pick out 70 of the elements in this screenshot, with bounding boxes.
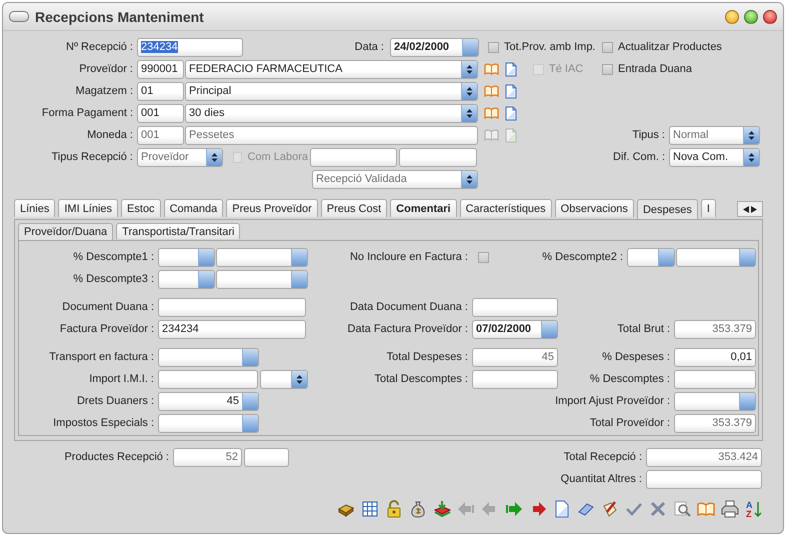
field-label: Forma Pagament :: [40, 107, 134, 119]
field-label: Moneda :: [86, 129, 134, 141]
date-field[interactable]: 24/02/2000: [390, 38, 479, 56]
field-label: Document Duana :: [61, 301, 155, 313]
tab[interactable]: IMI Línies: [58, 199, 118, 217]
field-label: Tipus :: [631, 129, 666, 141]
number-field[interactable]: 353.424: [646, 448, 762, 466]
field-label: % Descompte2 :: [542, 251, 624, 263]
field-label: Tipus Recepció :: [50, 151, 134, 163]
dropdown[interactable]: Proveïdor: [137, 148, 223, 166]
checkbox-label: Tot.Prov. amb Imp.: [504, 41, 596, 53]
tab[interactable]: Observacions: [554, 199, 634, 217]
tab[interactable]: Estoc: [121, 199, 161, 217]
field-label: % Despeses :: [601, 351, 671, 363]
dropdown[interactable]: Nova Com.: [669, 148, 760, 166]
dropdown[interactable]: Recepció Validada: [312, 170, 478, 188]
number-field[interactable]: 0,01: [674, 348, 756, 366]
field-label: No Incloure en Factura :: [348, 251, 469, 263]
tab[interactable]: Comanda: [164, 199, 224, 217]
field-label: Import Ajust Proveïdor :: [554, 395, 671, 407]
field-label: Total Recepció :: [562, 451, 643, 463]
code-field[interactable]: 01: [137, 82, 184, 100]
field-label: Import I.M.I. :: [88, 373, 155, 385]
field-label: Dif. Com. :: [612, 151, 666, 163]
field-label: Productes Recepció :: [63, 451, 170, 463]
field-label: Total Despeses :: [386, 351, 469, 363]
dropdown[interactable]: Principal: [185, 82, 478, 100]
field-label: Transport en factura :: [48, 351, 155, 363]
number-field[interactable]: 353.379: [674, 320, 756, 338]
field-label: Total Descomptes :: [373, 373, 469, 385]
field-label: Data Document Duana :: [348, 301, 469, 313]
tab[interactable]: Proveïdor/Duana: [18, 223, 114, 240]
field-label: % Descomptes :: [588, 373, 671, 385]
tab[interactable]: Preus Cost: [320, 199, 388, 217]
number-field[interactable]: 45: [472, 348, 558, 366]
window-title: Recepcions Manteniment: [35, 8, 205, 24]
checkbox-label: Com Labora: [247, 151, 308, 163]
field-label: Impostos Especials :: [52, 417, 155, 429]
field-label: Factura Proveïdor :: [58, 323, 155, 335]
tab[interactable]: Transportista/Transitari: [116, 223, 240, 239]
tab[interactable]: Característiques: [460, 199, 552, 217]
checkbox-label: Té IAC: [549, 63, 584, 75]
field-label: Quantitat Altres :: [560, 473, 643, 485]
tab[interactable]: Línies: [14, 199, 56, 217]
field-label: % Descompte3 :: [72, 273, 155, 285]
spin-field[interactable]: 45: [158, 392, 259, 410]
checkbox-label: Actualitzar Productes: [618, 41, 722, 53]
field-label: Data :: [354, 41, 385, 53]
number-field[interactable]: 353.379: [674, 414, 756, 432]
tab[interactable]: Despeses: [636, 199, 698, 219]
tab[interactable]: I: [700, 199, 716, 217]
text-field[interactable]: 234234: [137, 38, 243, 56]
field-label: Nº Recepció :: [65, 41, 134, 53]
date-field[interactable]: 07/02/2000: [472, 320, 558, 338]
dropdown[interactable]: FEDERACIO FARMACEUTICA: [185, 60, 478, 78]
code-field[interactable]: 990001: [137, 60, 184, 78]
field-label: Proveïdor :: [78, 63, 134, 75]
dropdown[interactable]: 30 dies: [185, 104, 478, 122]
field-label: Total Proveïdor :: [588, 417, 671, 429]
field-label: Total Brut :: [616, 323, 671, 335]
checkbox-label: Entrada Duana: [618, 63, 692, 75]
field-label: Magatzem :: [74, 85, 134, 97]
tab[interactable]: Preus Proveïdor: [226, 199, 318, 217]
text-field[interactable]: 234234: [158, 320, 306, 338]
code-field[interactable]: 001: [137, 104, 184, 122]
field-label: Data Factura Proveïdor :: [346, 323, 469, 335]
number-field[interactable]: 52: [173, 448, 242, 466]
tab[interactable]: Comentari: [390, 199, 457, 217]
field-label: Drets Duaners :: [76, 395, 155, 407]
field-label: % Descompte1 :: [72, 251, 155, 263]
